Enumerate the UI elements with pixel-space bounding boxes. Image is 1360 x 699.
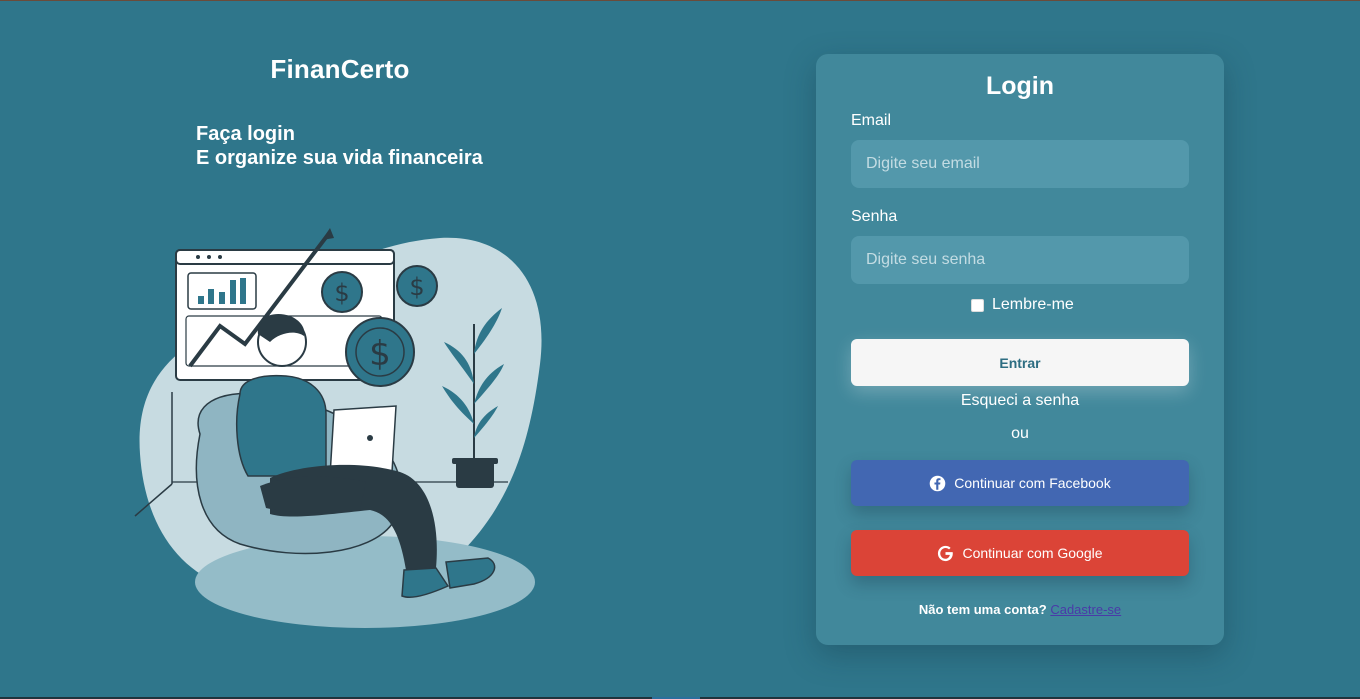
email-field[interactable] — [851, 140, 1189, 188]
signup-prompt: Não tem uma conta? Cadastre-se — [816, 602, 1224, 617]
remember-checkbox[interactable] — [971, 298, 984, 312]
google-icon — [937, 545, 954, 562]
remember-label: Lembre-me — [992, 296, 1074, 313]
tagline-line-2: E organize sua vida financeira — [196, 147, 483, 169]
signup-link[interactable]: Cadastre-se — [1050, 602, 1121, 617]
login-card: Login Email Senha Lembre-me Entrar Esque… — [816, 54, 1224, 645]
svg-text:$: $ — [409, 273, 424, 301]
brand-title: FinanCerto — [270, 54, 410, 84]
facebook-login-label: Continuar com Facebook — [954, 475, 1111, 491]
tagline-line-1: Faça login — [196, 123, 295, 145]
remember-me[interactable]: Lembre-me — [971, 296, 1074, 314]
facebook-icon — [929, 475, 946, 492]
google-login-label: Continuar com Google — [962, 545, 1103, 561]
google-login-button[interactable]: Continuar com Google — [851, 530, 1189, 576]
login-title: Login — [985, 72, 1055, 100]
svg-text:$: $ — [334, 279, 349, 307]
password-field[interactable] — [851, 236, 1189, 284]
or-divider: ou — [1011, 425, 1029, 442]
facebook-login-button[interactable]: Continuar com Facebook — [851, 460, 1189, 506]
forgot-password-link[interactable]: Esqueci a senha — [816, 392, 1224, 410]
login-button[interactable]: Entrar — [851, 339, 1189, 386]
tagline: Faça login E organize sua vida financeir… — [196, 122, 483, 170]
no-account-text: Não tem uma conta? — [918, 602, 1047, 617]
svg-text:$: $ — [369, 334, 391, 374]
top-border — [0, 0, 1360, 1]
login-button-label: Entrar — [999, 354, 1041, 371]
finance-illustration: $ $ $ — [130, 224, 550, 634]
password-label: Senha — [851, 208, 898, 225]
email-label: Email — [851, 112, 892, 129]
